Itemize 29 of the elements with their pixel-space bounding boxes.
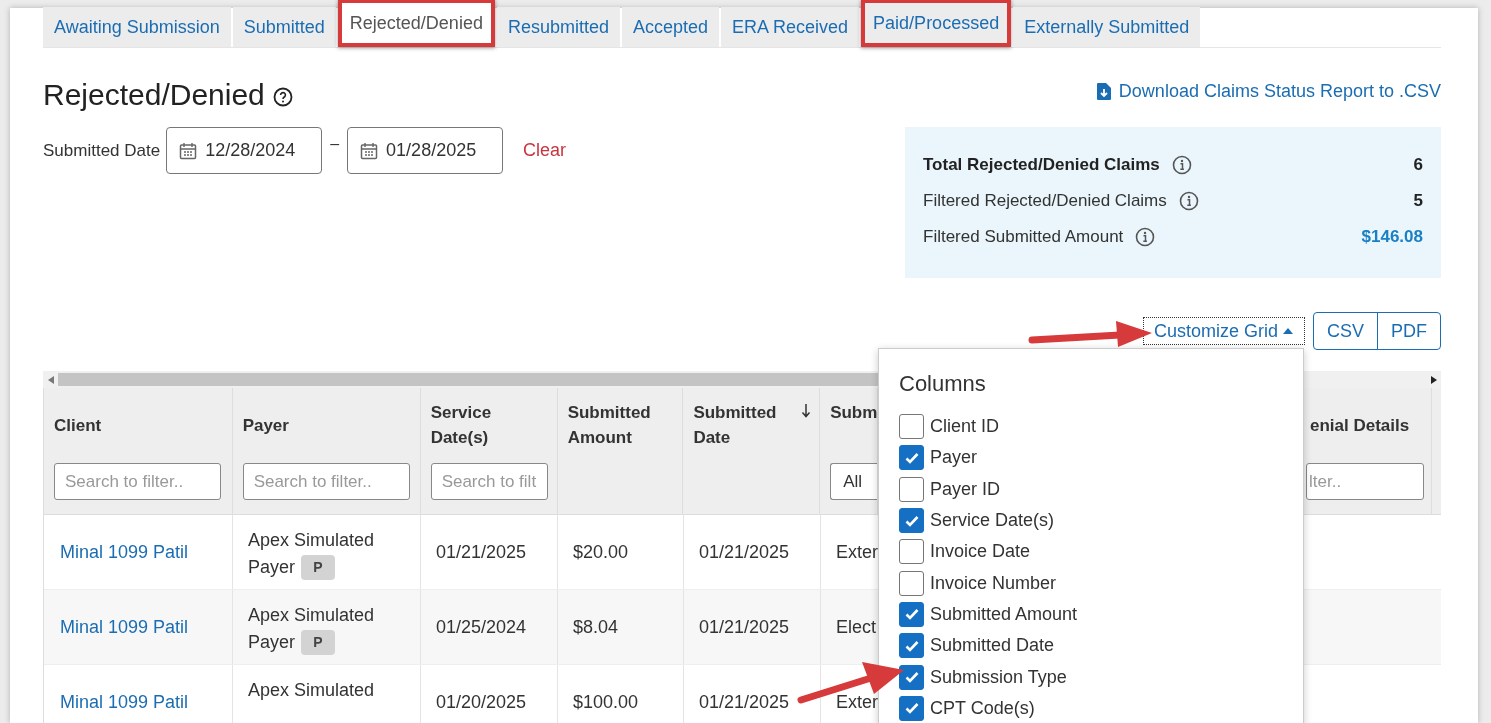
summary-value: 5 [1413, 190, 1423, 213]
menu-title: Columns [899, 370, 987, 398]
table-cell-text: $8.04 [573, 615, 619, 639]
table-cell-text: Elect [836, 615, 877, 639]
range-separator: – [330, 133, 340, 154]
table-cell-text: Exter [836, 540, 878, 564]
table-cell-text: 01/21/2025 [699, 690, 790, 714]
summary-label: Filtered Rejected/Denied Claims [923, 190, 1167, 213]
table-cell-text: 01/21/2025 [699, 615, 790, 639]
payer-badge: P [301, 555, 336, 580]
summary-label: Filtered Submitted Amount [923, 226, 1124, 249]
table-cell-text: 01/20/2025 [436, 690, 527, 714]
summary-value: 6 [1413, 154, 1423, 177]
payer-name: Apex Simulated [248, 679, 375, 702]
table-cell-text: 01/21/2025 [436, 540, 527, 564]
table-cell-text: Exter [836, 690, 878, 714]
payer-name: Payer [248, 556, 296, 579]
payer-name: Apex Simulated [248, 604, 375, 627]
table-cell-text: 01/21/2025 [699, 540, 790, 564]
table-cell-text: $100.00 [573, 690, 639, 714]
filter-label: Submitted Date [43, 139, 161, 162]
payer-name: Apex Simulated [248, 529, 375, 552]
table-cell-text: $20.00 [573, 540, 629, 564]
payer-name: Payer [248, 631, 296, 654]
table-cell-text: 01/25/2024 [436, 615, 527, 639]
summary-value: $146.08 [1361, 226, 1423, 249]
summary-label: Total Rejected/Denied Claims [923, 154, 1160, 177]
payer-badge: P [301, 630, 336, 655]
page-title: Rejected/Denied [43, 77, 265, 113]
